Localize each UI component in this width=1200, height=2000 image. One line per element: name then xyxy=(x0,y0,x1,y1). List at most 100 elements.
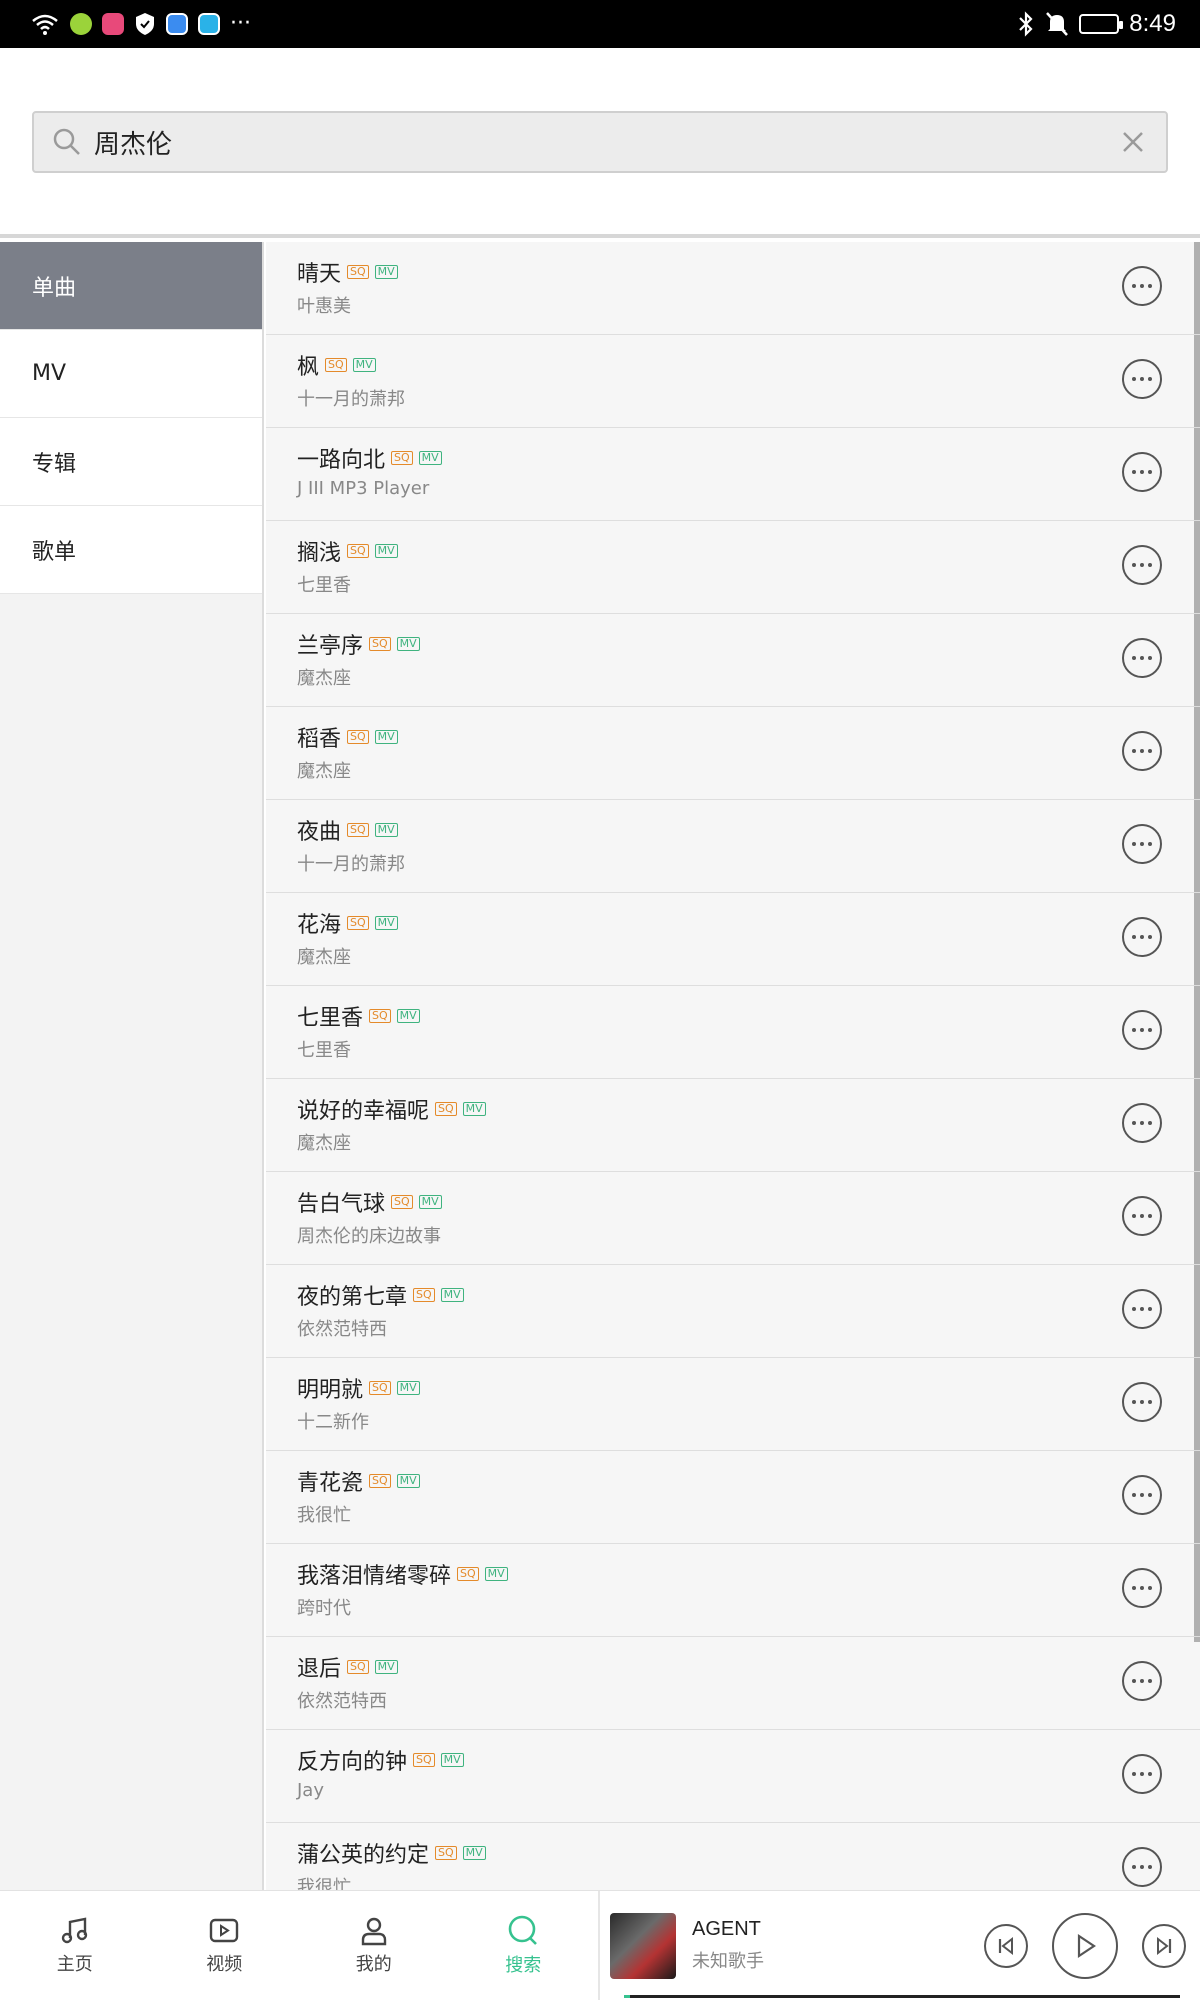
more-options-button[interactable] xyxy=(1122,1382,1162,1422)
more-options-button[interactable] xyxy=(1122,1847,1162,1887)
song-row[interactable]: 青花瓷 SQ MV 我很忙 xyxy=(266,1451,1200,1544)
more-dot xyxy=(1132,935,1136,939)
more-options-button[interactable] xyxy=(1122,1475,1162,1515)
more-options-button[interactable] xyxy=(1122,1568,1162,1608)
search-box[interactable] xyxy=(32,111,1168,173)
mv-badge[interactable]: MV xyxy=(440,1753,464,1767)
mv-badge[interactable]: MV xyxy=(374,1660,398,1674)
tab-search[interactable]: 搜索 xyxy=(449,1891,599,2000)
mv-badge[interactable]: MV xyxy=(440,1288,464,1302)
tab-home[interactable]: 主页 xyxy=(0,1891,150,2000)
track-info[interactable]: AGENT 未知歌手 xyxy=(692,1918,764,1973)
song-row[interactable]: 说好的幸福呢 SQ MV 魔杰座 xyxy=(266,1079,1200,1172)
more-options-button[interactable] xyxy=(1122,824,1162,864)
song-title: 七里香 xyxy=(297,1006,364,1031)
sidebar-item-singles[interactable]: 单曲 xyxy=(0,242,262,330)
song-title: 枫 xyxy=(297,355,320,380)
next-button[interactable] xyxy=(1142,1924,1186,1968)
song-row[interactable]: 蒲公英的约定 SQ MV 我很忙 xyxy=(266,1823,1200,1890)
more-options-button[interactable] xyxy=(1122,1103,1162,1143)
mv-badge[interactable]: MV xyxy=(374,544,398,558)
sidebar-item-mv[interactable]: MV xyxy=(0,330,262,418)
progress-bar[interactable] xyxy=(624,1995,1180,1998)
more-dot xyxy=(1132,1679,1136,1683)
song-row[interactable]: 夜曲 SQ MV 十一月的萧邦 xyxy=(266,800,1200,893)
more-dot xyxy=(1140,1586,1144,1590)
category-sidebar: 单曲 MV 专辑 歌单 xyxy=(0,242,264,1890)
more-dot xyxy=(1140,1679,1144,1683)
song-row[interactable]: 枫 SQ MV 十一月的萧邦 xyxy=(266,335,1200,428)
more-options-button[interactable] xyxy=(1122,1661,1162,1701)
more-options-button[interactable] xyxy=(1122,638,1162,678)
sidebar-item-albums[interactable]: 专辑 xyxy=(0,418,262,506)
more-dot xyxy=(1132,656,1136,660)
more-options-button[interactable] xyxy=(1122,266,1162,306)
sq-badge: SQ xyxy=(347,823,369,837)
mv-badge[interactable]: MV xyxy=(374,916,398,930)
play-button[interactable] xyxy=(1052,1913,1118,1979)
song-row[interactable]: 兰亭序 SQ MV 魔杰座 xyxy=(266,614,1200,707)
song-title-line: 夜曲 SQ MV xyxy=(297,816,1200,845)
song-row[interactable]: 退后 SQ MV 依然范特西 xyxy=(266,1637,1200,1730)
tab-video[interactable]: 视频 xyxy=(150,1891,300,2000)
song-row[interactable]: 反方向的钟 SQ MV Jay xyxy=(266,1730,1200,1823)
more-options-button[interactable] xyxy=(1122,917,1162,957)
skip-next-icon xyxy=(1157,1936,1172,1956)
more-options-button[interactable] xyxy=(1122,731,1162,771)
search-icon xyxy=(53,128,80,155)
mv-badge[interactable]: MV xyxy=(462,1846,486,1860)
album-cover[interactable] xyxy=(610,1912,676,1979)
mv-badge[interactable]: MV xyxy=(374,265,398,279)
song-row[interactable]: 告白气球 SQ MV 周杰伦的床边故事 xyxy=(266,1172,1200,1265)
more-dot xyxy=(1148,1028,1152,1032)
search-input[interactable] xyxy=(94,127,1118,157)
song-row[interactable]: 夜的第七章 SQ MV 依然范特西 xyxy=(266,1265,1200,1358)
skip-previous-icon xyxy=(998,1936,1013,1956)
song-title: 告白气球 xyxy=(297,1192,386,1217)
mv-badge[interactable]: MV xyxy=(396,1381,420,1395)
sq-badge: SQ xyxy=(325,358,347,372)
more-dot xyxy=(1140,563,1144,567)
song-row[interactable]: 晴天 SQ MV 叶惠美 xyxy=(266,242,1200,335)
song-title: 夜曲 xyxy=(297,820,342,845)
song-title: 搁浅 xyxy=(297,541,342,566)
more-options-button[interactable] xyxy=(1122,545,1162,585)
more-options-button[interactable] xyxy=(1122,1010,1162,1050)
song-row[interactable]: 明明就 SQ MV 十二新作 xyxy=(266,1358,1200,1451)
more-options-button[interactable] xyxy=(1122,1289,1162,1329)
mv-badge[interactable]: MV xyxy=(484,1567,508,1581)
mv-badge[interactable]: MV xyxy=(418,451,442,465)
mv-badge[interactable]: MV xyxy=(374,823,398,837)
song-album: 七里香 xyxy=(297,1040,351,1061)
more-options-button[interactable] xyxy=(1122,452,1162,492)
song-row[interactable]: 我落泪情绪零碎 SQ MV 跨时代 xyxy=(266,1544,1200,1637)
track-artist: 未知歌手 xyxy=(692,1951,764,1972)
sq-badge: SQ xyxy=(413,1288,435,1302)
sidebar-item-playlists[interactable]: 歌单 xyxy=(0,506,262,594)
mini-player[interactable]: AGENT 未知歌手 xyxy=(600,1891,1200,2000)
mv-badge[interactable]: MV xyxy=(418,1195,442,1209)
song-row[interactable]: 花海 SQ MV 魔杰座 xyxy=(266,893,1200,986)
song-list[interactable]: 晴天 SQ MV 叶惠美 枫 SQ MV 十一月的萧邦 一路向北 SQ MV J… xyxy=(266,242,1200,1890)
more-dot xyxy=(1140,470,1144,474)
more-options-button[interactable] xyxy=(1122,359,1162,399)
mv-badge[interactable]: MV xyxy=(396,1009,420,1023)
song-row[interactable]: 搁浅 SQ MV 七里香 xyxy=(266,521,1200,614)
more-options-button[interactable] xyxy=(1122,1196,1162,1236)
previous-button[interactable] xyxy=(984,1924,1028,1968)
more-options-button[interactable] xyxy=(1122,1754,1162,1794)
mv-badge[interactable]: MV xyxy=(462,1102,486,1116)
mv-badge[interactable]: MV xyxy=(396,1474,420,1488)
song-title-line: 告白气球 SQ MV xyxy=(297,1188,1200,1217)
song-title-line: 青花瓷 SQ MV xyxy=(297,1467,1200,1496)
mv-badge[interactable]: MV xyxy=(396,637,420,651)
tab-mine[interactable]: 我的 xyxy=(299,1891,449,2000)
mv-badge[interactable]: MV xyxy=(374,730,398,744)
song-row[interactable]: 一路向北 SQ MV J III MP3 Player xyxy=(266,428,1200,521)
mv-badge[interactable]: MV xyxy=(352,358,376,372)
clear-search-button[interactable] xyxy=(1118,127,1148,157)
battery-icon xyxy=(1079,14,1124,34)
song-row[interactable]: 稻香 SQ MV 魔杰座 xyxy=(266,707,1200,800)
song-row[interactable]: 七里香 SQ MV 七里香 xyxy=(266,986,1200,1079)
tab-label: 我的 xyxy=(355,1953,392,1975)
